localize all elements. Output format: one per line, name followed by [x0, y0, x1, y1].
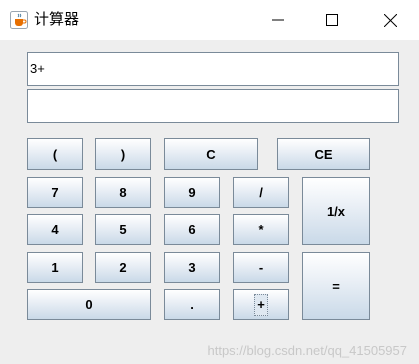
multiply-button[interactable]: * [233, 214, 289, 245]
digit-8-label: 8 [119, 185, 127, 200]
right-paren-label: ) [120, 146, 126, 162]
digit-3-button[interactable]: 3 [164, 252, 220, 283]
clear-button[interactable]: C [164, 138, 258, 170]
minus-button[interactable]: - [233, 252, 289, 283]
maximize-icon [326, 14, 338, 26]
calculator-panel: 3+ ( ) C CE 7 8 9 / 1/x 4 5 6 * 1 2 3 - … [0, 40, 419, 364]
digit-2-label: 2 [119, 260, 127, 275]
right-paren-button[interactable]: ) [95, 138, 151, 170]
title-bar: 计算器 [0, 0, 419, 40]
left-paren-button[interactable]: ( [27, 138, 83, 170]
reciprocal-label: 1/x [326, 203, 346, 219]
digit-4-label: 4 [51, 222, 59, 237]
digit-2-button[interactable]: 2 [95, 252, 151, 283]
expression-field[interactable]: 3+ [27, 52, 399, 86]
digit-0-button[interactable]: 0 [27, 289, 151, 320]
digit-5-button[interactable]: 5 [95, 214, 151, 245]
decimal-point-button[interactable]: . [164, 289, 220, 320]
digit-0-label: 0 [85, 297, 93, 312]
equals-label: = [332, 278, 340, 294]
digit-4-button[interactable]: 4 [27, 214, 83, 245]
java-cup-icon [10, 11, 28, 29]
equals-button[interactable]: = [302, 252, 370, 320]
divide-button[interactable]: / [233, 177, 289, 208]
digit-8-button[interactable]: 8 [95, 177, 151, 208]
decimal-point-label: . [190, 297, 194, 312]
clear-label: C [206, 146, 216, 162]
digit-1-label: 1 [51, 260, 59, 275]
digit-6-button[interactable]: 6 [164, 214, 220, 245]
digit-9-button[interactable]: 9 [164, 177, 220, 208]
minus-label: - [258, 260, 264, 275]
digit-9-label: 9 [188, 185, 196, 200]
digit-1-button[interactable]: 1 [27, 252, 83, 283]
close-icon [383, 13, 397, 27]
window-title: 计算器 [34, 11, 80, 28]
left-paren-label: ( [52, 146, 58, 162]
close-button[interactable] [367, 0, 413, 40]
minimize-icon [272, 19, 284, 21]
plus-label: + [254, 293, 268, 316]
digit-7-button[interactable]: 7 [27, 177, 83, 208]
digit-7-label: 7 [51, 185, 59, 200]
maximize-button[interactable] [309, 0, 355, 40]
clear-entry-label: CE [314, 146, 333, 162]
result-field[interactable] [27, 89, 399, 123]
watermark-text: https://blog.csdn.net/qq_41505957 [207, 343, 408, 358]
minimize-button[interactable] [255, 0, 301, 40]
digit-3-label: 3 [188, 260, 196, 275]
divide-label: / [259, 185, 263, 200]
digit-5-label: 5 [119, 222, 127, 237]
plus-button[interactable]: + [233, 289, 289, 320]
reciprocal-button[interactable]: 1/x [302, 177, 370, 245]
clear-entry-button[interactable]: CE [277, 138, 370, 170]
multiply-label: * [258, 222, 264, 237]
digit-6-label: 6 [188, 222, 196, 237]
